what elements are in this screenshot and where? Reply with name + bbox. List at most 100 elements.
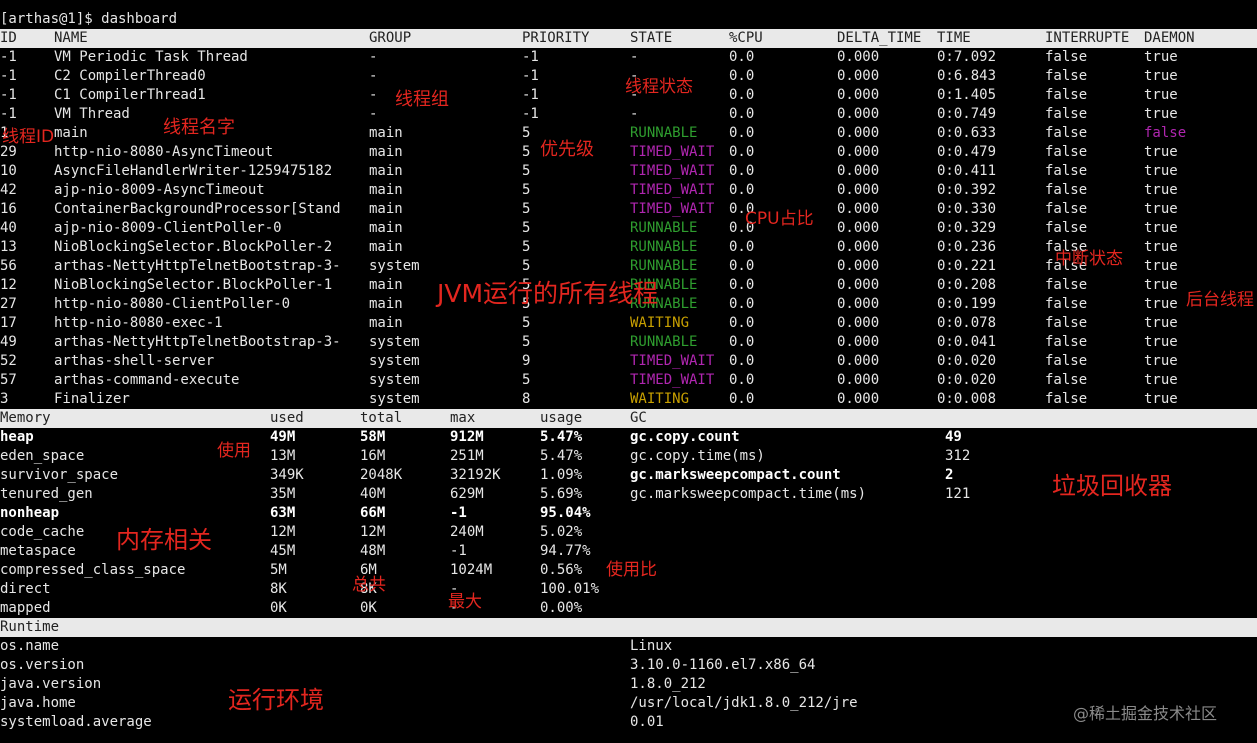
thread-cell-delta: 0.000 [837, 201, 880, 217]
thread-row[interactable]: 40 ajp-nio-8009-ClientPoller-0 main 5 RUNNAB… [0, 219, 1257, 238]
thread-cell-name: main [54, 125, 88, 141]
thread-cell-daemon: true [1144, 87, 1178, 103]
runtime-value: /usr/local/jdk1.8.0_212/jre [630, 695, 858, 711]
thread-cell-state: WAITING [630, 315, 690, 331]
thread-row[interactable]: 42 ajp-nio-8009-AsyncTimeout main 5 TIMED_WA… [0, 181, 1257, 200]
runtime-row[interactable]: os.name Linux [0, 637, 1257, 656]
thread-cell-delta: 0.000 [837, 49, 880, 65]
runtime-key: java.version [0, 676, 102, 692]
thread-row[interactable]: 16 ContainerBackgroundProcessor[Stand main… [0, 200, 1257, 219]
runtime-row[interactable]: os.version 3.10.0-1160.el7.x86_64 [0, 656, 1257, 675]
memory-header-cell: max [450, 410, 476, 426]
thread-cell-id: 49 [0, 334, 17, 350]
memory-cell-used: 349K [270, 467, 304, 483]
thread-cell-time: 0:0.749 [937, 106, 997, 122]
thread-cell-time: 0:0.411 [937, 163, 997, 179]
thread-row[interactable]: -1 VM Periodic Task Thread - -1 - 0.0 0.000 0:7… [0, 48, 1257, 67]
thread-header-cell: STATE [630, 30, 673, 46]
prompt-line: [arthas@1]$ dashboard [0, 10, 1257, 29]
thread-cell-interrupted: false [1045, 201, 1088, 217]
thread-cell-cpu: 0.0 [729, 163, 755, 179]
memory-cell-name: nonheap [0, 505, 60, 521]
thread-cell-state: WAITING [630, 391, 690, 407]
thread-cell-id: 52 [0, 353, 17, 369]
annotation-all-threads: JVM运行的所有线程 [437, 279, 659, 308]
thread-cell-id: -1 [0, 68, 17, 84]
gc-name: gc.copy.time(ms) [630, 448, 765, 464]
memory-row[interactable]: mapped 0K 0K -0.00% [0, 599, 1257, 618]
memory-cell-name: compressed_class_space [0, 562, 186, 578]
memory-row[interactable]: eden_space 13M 16M 251M 5.47% gc.copy.time(ms… [0, 447, 1257, 466]
thread-header-cell: GROUP [369, 30, 412, 46]
thread-row[interactable]: 3 Finalizer system 8 WAITING 0.0 0.000 0:0.008 f… [0, 390, 1257, 409]
runtime-value: Linux [630, 638, 673, 654]
thread-cell-priority: 5 [522, 372, 531, 388]
thread-cell-delta: 0.000 [837, 353, 880, 369]
runtime-row[interactable]: java.version 1.8.0_212 [0, 675, 1257, 694]
thread-cell-daemon: true [1144, 296, 1178, 312]
thread-cell-priority: 5 [522, 239, 531, 255]
thread-header-cell: %CPU [729, 30, 763, 46]
thread-cell-state: RUNNABLE [630, 239, 698, 255]
memory-row[interactable]: direct 8K 8K -100.01% [0, 580, 1257, 599]
thread-cell-time: 0:0.208 [937, 277, 997, 293]
memory-cell-usage: 95.04% [540, 505, 591, 521]
thread-cell-state: - [630, 49, 639, 65]
memory-cell-name: eden_space [0, 448, 85, 464]
thread-row[interactable]: 10 AsyncFileHandlerWriter-1259475182 main 5… [0, 162, 1257, 181]
memory-header-cell: used [270, 410, 304, 426]
runtime-row[interactable]: systemload.average 0.01 [0, 713, 1257, 732]
thread-cell-group: system [369, 353, 420, 369]
thread-row[interactable]: 49 arthas-NettyHttpTelnetBootstrap-3- syst… [0, 333, 1257, 352]
thread-row[interactable]: 29 http-nio-8080-AsyncTimeout main 5 TIMED_W… [0, 143, 1257, 162]
thread-cell-time: 0:0.020 [937, 372, 997, 388]
gc-name: gc.marksweepcompact.time(ms) [630, 486, 867, 502]
thread-cell-name: NioBlockingSelector.BlockPoller-1 [54, 277, 333, 293]
memory-cell-used: 5M [270, 562, 287, 578]
thread-row[interactable]: 17 http-nio-8080-exec-1 main 5 WAITING 0.0 0.0… [0, 314, 1257, 333]
thread-header-cell: INTERRUPTE [1045, 30, 1130, 46]
thread-cell-interrupted: false [1045, 106, 1088, 122]
thread-cell-cpu: 0.0 [729, 239, 755, 255]
thread-header-cell: DAEMON [1144, 30, 1195, 46]
thread-cell-time: 0:0.199 [937, 296, 997, 312]
thread-cell-delta: 0.000 [837, 220, 880, 236]
thread-cell-name: http-nio-8080-exec-1 [54, 315, 223, 331]
thread-cell-id: 10 [0, 163, 17, 179]
thread-cell-daemon: true [1144, 201, 1178, 217]
thread-row[interactable]: 57 arthas-command-execute system 5 TIMED_WAI… [0, 371, 1257, 390]
memory-cell-total: 66M [360, 505, 386, 521]
thread-cell-daemon: true [1144, 334, 1178, 350]
thread-cell-interrupted: false [1045, 220, 1088, 236]
thread-cell-cpu: 0.0 [729, 391, 755, 407]
thread-cell-group: main [369, 296, 403, 312]
thread-cell-interrupted: false [1045, 87, 1088, 103]
thread-cell-daemon: true [1144, 277, 1178, 293]
thread-row[interactable]: 52 arthas-shell-server system 9 TIMED_WAIT 0.… [0, 352, 1257, 371]
annotation-cpu-ratio: CPU占比 [745, 209, 814, 229]
thread-cell-cpu: 0.0 [729, 144, 755, 160]
thread-cell-delta: 0.000 [837, 163, 880, 179]
runtime-row[interactable]: java.home/usr/local/jdk1.8.0_212/jre [0, 694, 1257, 713]
memory-cell-name: tenured_gen [0, 486, 93, 502]
thread-cell-state: TIMED_WAIT [630, 353, 715, 369]
thread-cell-cpu: 0.0 [729, 182, 755, 198]
thread-cell-priority: -1 [522, 68, 539, 84]
thread-cell-delta: 0.000 [837, 296, 880, 312]
thread-cell-id: 17 [0, 315, 17, 331]
thread-cell-id: 56 [0, 258, 17, 274]
runtime-key: os.name [0, 638, 60, 654]
thread-cell-group: main [369, 220, 403, 236]
thread-cell-group: main [369, 144, 403, 160]
thread-cell-daemon: true [1144, 391, 1178, 407]
memory-cell-used: 35M [270, 486, 296, 502]
runtime-key: systemload.average [0, 714, 152, 730]
memory-row[interactable]: heap 49M 58M 912M 5.47% gc.copy.count 49 [0, 428, 1257, 447]
thread-cell-delta: 0.000 [837, 144, 880, 160]
thread-cell-time: 0:0.008 [937, 391, 997, 407]
memory-cell-max: -1 [450, 543, 467, 559]
thread-cell-state: - [630, 106, 639, 122]
annotation-thread-group: 线程组 [395, 89, 449, 110]
memory-cell-max: 1024M [450, 562, 493, 578]
annotation-max: 最大 [448, 592, 482, 612]
